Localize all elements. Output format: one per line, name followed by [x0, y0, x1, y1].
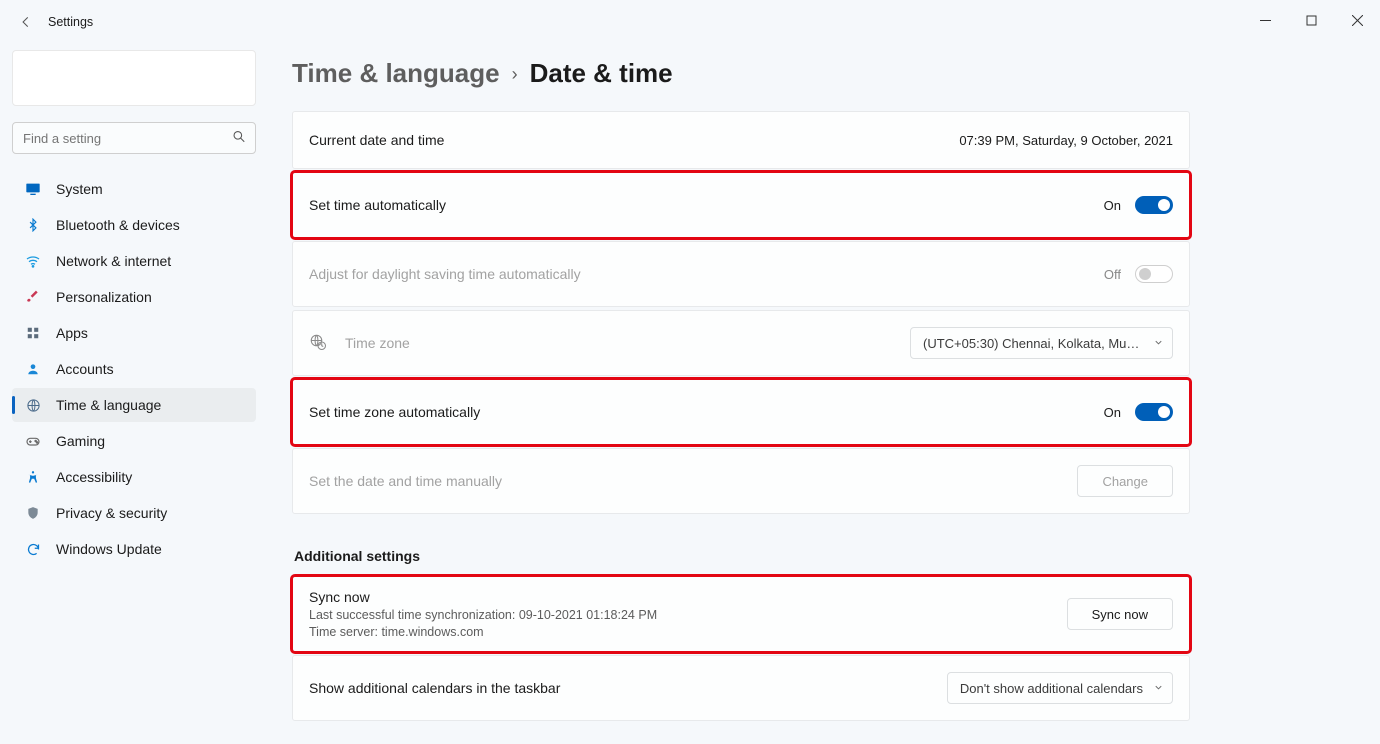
set-time-auto-toggle[interactable] — [1135, 196, 1173, 214]
dst-toggle — [1135, 265, 1173, 283]
minimize-button[interactable] — [1242, 0, 1288, 40]
sidebar-item-bluetooth[interactable]: Bluetooth & devices — [12, 208, 256, 242]
sync-now-button[interactable]: Sync now — [1067, 598, 1173, 630]
search-icon — [232, 130, 246, 147]
update-icon — [24, 540, 42, 558]
sidebar-item-label: Gaming — [56, 433, 105, 449]
sidebar-item-privacy[interactable]: Privacy & security — [12, 496, 256, 530]
timezone-dropdown[interactable]: (UTC+05:30) Chennai, Kolkata, Mumbai, Ne… — [910, 327, 1173, 359]
toggle-state-label: On — [1104, 405, 1121, 420]
apps-icon — [24, 324, 42, 342]
card-current-datetime: Current date and time 07:39 PM, Saturday… — [292, 111, 1190, 169]
sidebar-item-label: Accessibility — [56, 469, 132, 485]
card-additional-calendars: Show additional calendars in the taskbar… — [292, 655, 1190, 721]
chevron-down-icon — [1153, 681, 1164, 696]
timezone-value: (UTC+05:30) Chennai, Kolkata, Mumbai, Ne… — [923, 336, 1143, 351]
sidebar-item-accounts[interactable]: Accounts — [12, 352, 256, 386]
sidebar-item-apps[interactable]: Apps — [12, 316, 256, 350]
user-card[interactable] — [12, 50, 256, 106]
change-button: Change — [1077, 465, 1173, 497]
window-controls — [1242, 0, 1380, 40]
sidebar-item-system[interactable]: System — [12, 172, 256, 206]
breadcrumb-parent[interactable]: Time & language — [292, 58, 500, 89]
sidebar-item-personalization[interactable]: Personalization — [12, 280, 256, 314]
card-timezone: Time zone (UTC+05:30) Chennai, Kolkata, … — [292, 310, 1190, 376]
card-dst: Adjust for daylight saving time automati… — [292, 241, 1190, 307]
additional-settings-title: Additional settings — [294, 548, 1190, 564]
set-tz-auto-toggle[interactable] — [1135, 403, 1173, 421]
sidebar-item-label: System — [56, 181, 103, 197]
globe-clock-icon — [24, 396, 42, 414]
nav: System Bluetooth & devices Network & int… — [12, 172, 256, 566]
sidebar-item-label: Personalization — [56, 289, 152, 305]
sidebar-item-label: Privacy & security — [56, 505, 167, 521]
sidebar-item-network[interactable]: Network & internet — [12, 244, 256, 278]
additional-calendars-value: Don't show additional calendars — [960, 681, 1143, 696]
sidebar-item-gaming[interactable]: Gaming — [12, 424, 256, 458]
set-manual-label: Set the date and time manually — [309, 473, 502, 489]
breadcrumb: Time & language › Date & time — [292, 58, 1190, 89]
dst-label: Adjust for daylight saving time automati… — [309, 266, 581, 282]
card-sync-now: Sync now Last successful time synchroniz… — [292, 576, 1190, 652]
card-set-manual: Set the date and time manually Change — [292, 448, 1190, 514]
person-icon — [24, 360, 42, 378]
sidebar-item-label: Windows Update — [56, 541, 162, 557]
toggle-state-label: On — [1104, 198, 1121, 213]
wifi-icon — [24, 252, 42, 270]
sync-last-success: Last successful time synchronization: 09… — [309, 608, 657, 622]
sidebar-item-accessibility[interactable]: Accessibility — [12, 460, 256, 494]
brush-icon — [24, 288, 42, 306]
sidebar-item-label: Network & internet — [56, 253, 171, 269]
system-icon — [24, 180, 42, 198]
sidebar-item-label: Apps — [56, 325, 88, 341]
bluetooth-icon — [24, 216, 42, 234]
window-title: Settings — [48, 15, 93, 29]
sidebar-item-label: Bluetooth & devices — [56, 217, 180, 233]
breadcrumb-current: Date & time — [530, 58, 673, 89]
card-set-time-auto: Set time automatically On — [292, 172, 1190, 238]
sidebar-item-time-language[interactable]: Time & language — [12, 388, 256, 422]
search-wrap — [12, 122, 256, 154]
shield-icon — [24, 504, 42, 522]
card-set-tz-auto: Set time zone automatically On — [292, 379, 1190, 445]
gaming-icon — [24, 432, 42, 450]
additional-calendars-dropdown[interactable]: Don't show additional calendars — [947, 672, 1173, 704]
timezone-icon — [309, 333, 327, 354]
search-input[interactable] — [12, 122, 256, 154]
close-button[interactable] — [1334, 0, 1380, 40]
toggle-state-label: Off — [1104, 267, 1121, 282]
sidebar-item-windows-update[interactable]: Windows Update — [12, 532, 256, 566]
maximize-button[interactable] — [1288, 0, 1334, 40]
sync-now-title: Sync now — [309, 589, 657, 605]
additional-calendars-label: Show additional calendars in the taskbar — [309, 680, 560, 696]
sync-time-server: Time server: time.windows.com — [309, 625, 657, 639]
titlebar: Settings — [0, 0, 1380, 44]
accessibility-icon — [24, 468, 42, 486]
chevron-right-icon: › — [512, 64, 518, 85]
current-datetime-label: Current date and time — [309, 132, 444, 148]
back-button[interactable] — [8, 4, 44, 40]
sidebar-item-label: Accounts — [56, 361, 114, 377]
main-content: Time & language › Date & time Current da… — [268, 44, 1380, 744]
sidebar: System Bluetooth & devices Network & int… — [0, 44, 268, 744]
set-time-auto-label: Set time automatically — [309, 197, 446, 213]
timezone-label: Time zone — [345, 335, 410, 351]
chevron-down-icon — [1153, 336, 1164, 351]
sidebar-item-label: Time & language — [56, 397, 161, 413]
current-datetime-value: 07:39 PM, Saturday, 9 October, 2021 — [959, 133, 1173, 148]
set-tz-auto-label: Set time zone automatically — [309, 404, 480, 420]
